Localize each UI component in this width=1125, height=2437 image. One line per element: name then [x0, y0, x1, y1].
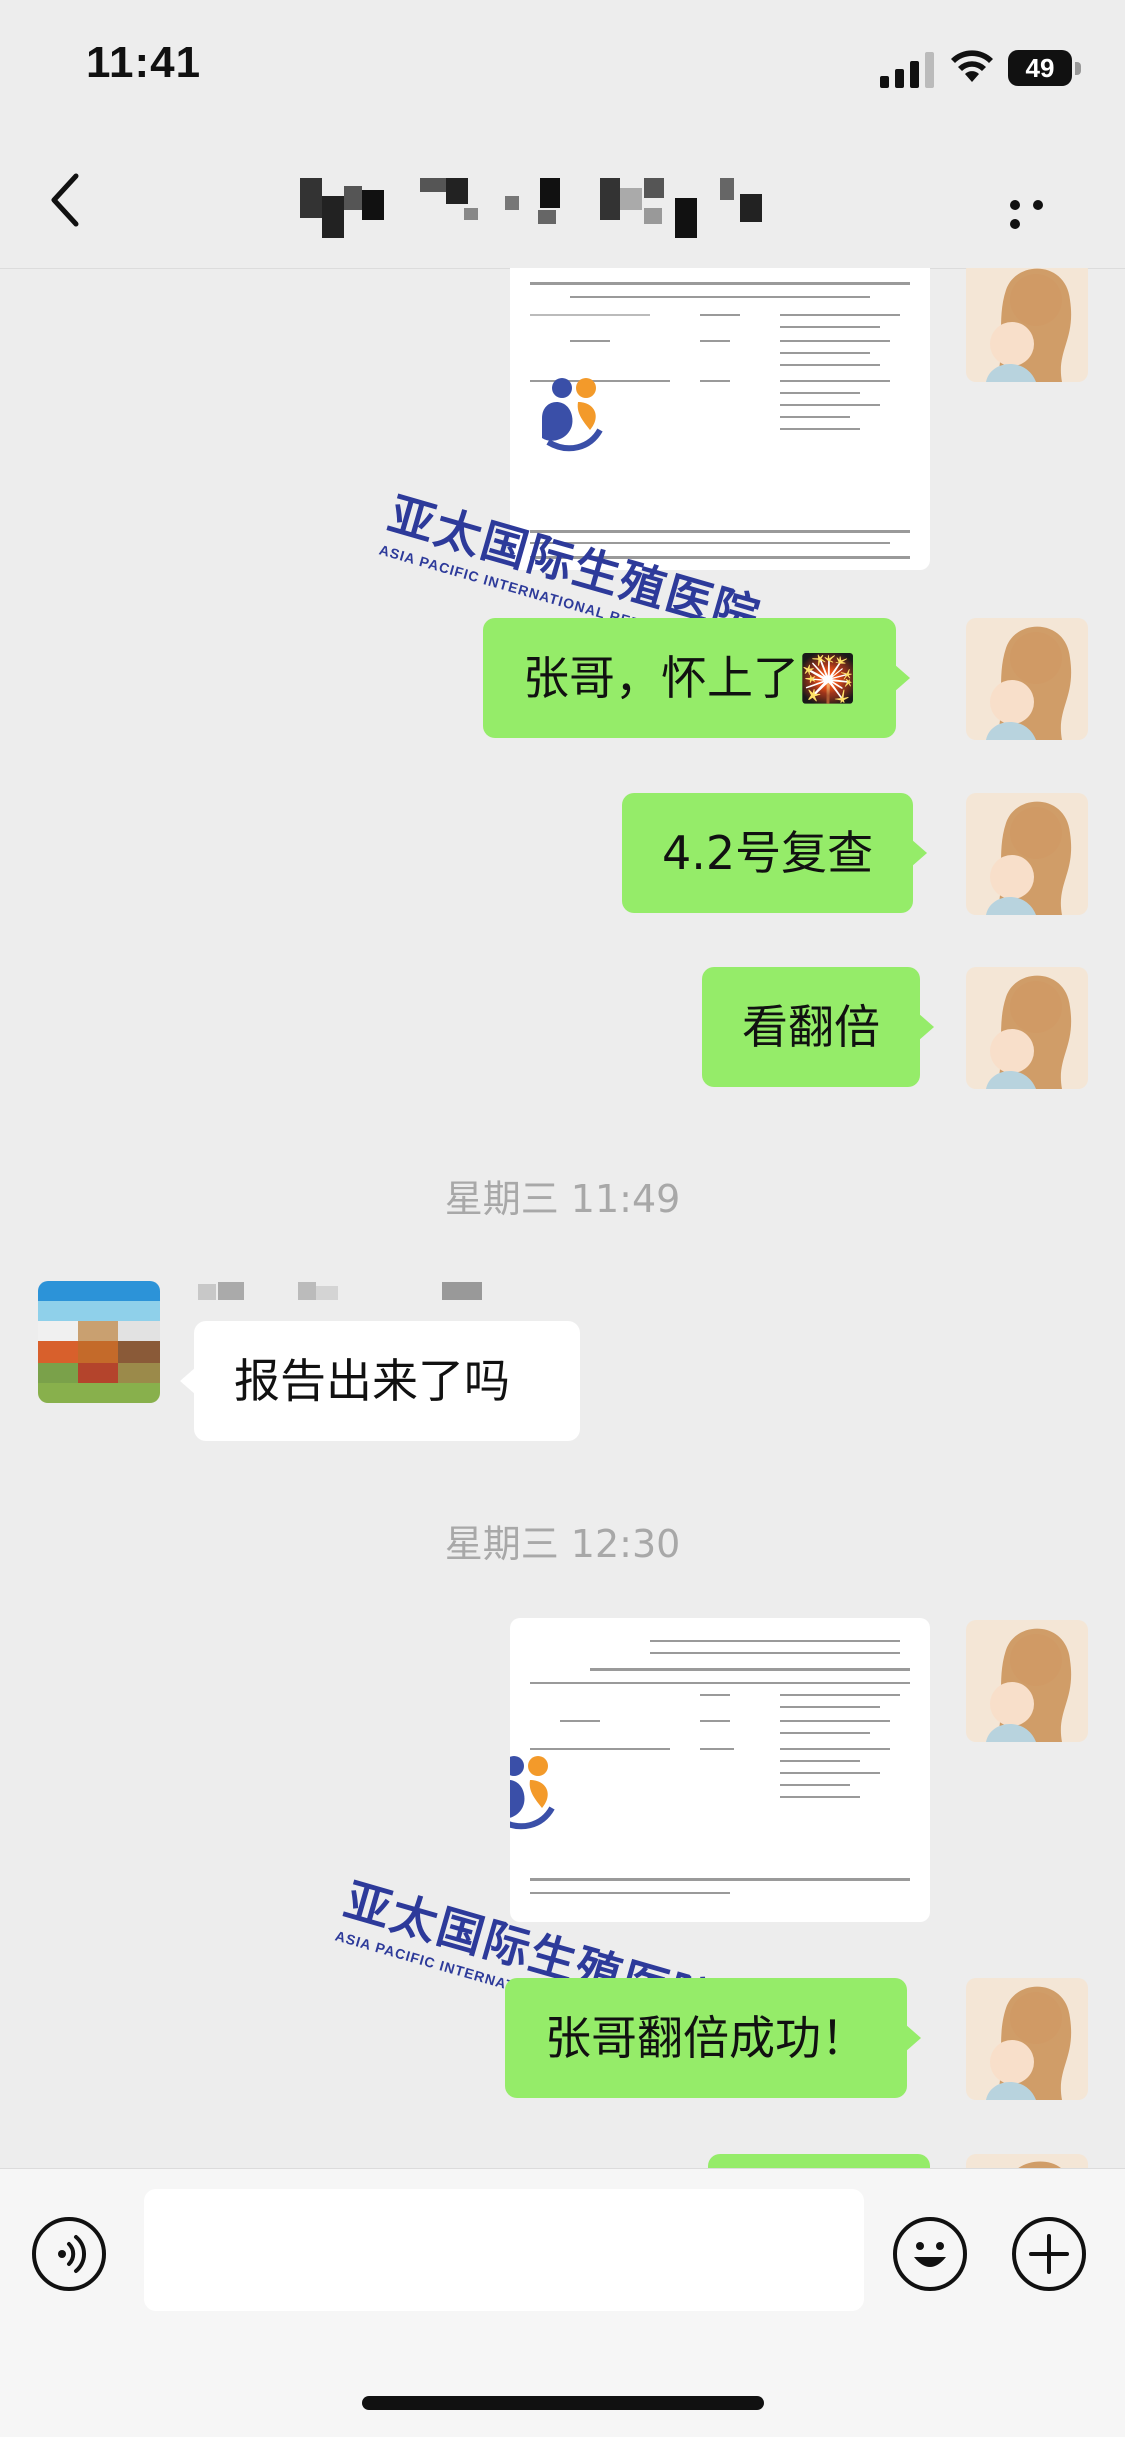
- avatar-self[interactable]: [966, 618, 1088, 740]
- avatar-self[interactable]: [966, 967, 1088, 1089]
- message-text: 4.2号复查: [662, 826, 874, 880]
- message-input[interactable]: [144, 2189, 864, 2311]
- chevron-left-icon[interactable]: [46, 170, 86, 230]
- status-time: 11:41: [86, 38, 202, 87]
- message-text: 报告出来了吗: [234, 1354, 510, 1408]
- report-image-1[interactable]: [510, 268, 930, 570]
- ellipsis-icon[interactable]: [1010, 195, 1074, 229]
- avatar-contact[interactable]: [38, 1281, 160, 1403]
- hospital-logo-icon: [510, 1756, 555, 1830]
- message-bubble-incoming[interactable]: 报告出来了吗: [180, 1321, 580, 1441]
- hospital-logo-icon: [542, 378, 603, 452]
- voice-icon[interactable]: [32, 2217, 106, 2291]
- avatar-self[interactable]: [966, 1978, 1088, 2100]
- battery-level: 49: [1008, 50, 1072, 86]
- message-text: 张哥翻倍成功！: [545, 2011, 867, 2065]
- message-text: 张哥，怀上了🎇: [523, 651, 857, 705]
- battery-icon: 49: [1008, 50, 1084, 88]
- wifi-icon: [951, 50, 993, 82]
- avatar-self[interactable]: [966, 2154, 1088, 2168]
- message-bubble-outgoing[interactable]: 张哥，怀上了🎇: [483, 618, 911, 738]
- timestamp: 星期三 12:30: [444, 1522, 681, 1566]
- chat-header: [0, 140, 1125, 269]
- timestamp: 星期三 11:49: [444, 1177, 681, 1221]
- message-text: 看翻倍: [742, 1000, 880, 1054]
- avatar-self[interactable]: [966, 793, 1088, 915]
- message-bubble-outgoing[interactable]: 张哥翻倍成功！: [505, 1978, 921, 2098]
- message-bubble-outgoing-partial[interactable]: [708, 2154, 930, 2168]
- home-indicator[interactable]: [362, 2396, 764, 2410]
- message-bubble-outgoing[interactable]: 看翻倍: [702, 967, 934, 1087]
- avatar-self[interactable]: [966, 268, 1088, 382]
- status-bar: 11:41 49: [0, 0, 1125, 140]
- chat-title-obscured: [300, 178, 762, 238]
- avatar-self[interactable]: [966, 1620, 1088, 1742]
- cellular-signal-icon: [880, 52, 934, 88]
- emoji-icon[interactable]: [893, 2217, 967, 2291]
- message-bubble-outgoing[interactable]: 4.2号复查: [622, 793, 928, 913]
- sender-name-obscured: [198, 1282, 482, 1300]
- chat-message-list[interactable]: 亚太国际生殖医院 ASIA PACIFIC INTERNATIONAL REPR…: [0, 268, 1125, 2168]
- plus-icon[interactable]: [1012, 2217, 1086, 2291]
- report-image-2[interactable]: [510, 1618, 930, 1922]
